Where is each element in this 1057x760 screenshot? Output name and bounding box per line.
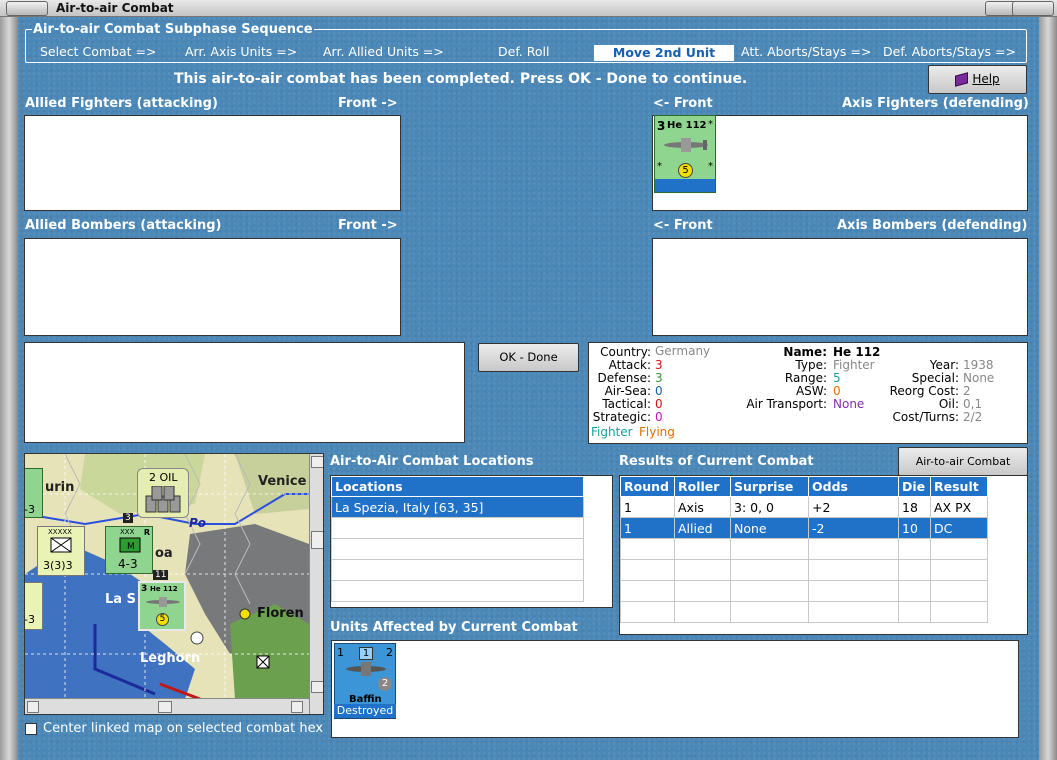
counter-value: 5 (678, 163, 693, 178)
info-strategic: 0 (655, 410, 663, 424)
locations-list[interactable]: Locations La Spezia, Italy [63, 35] (330, 475, 613, 608)
axis-bombers-front: <- Front (653, 218, 713, 233)
locations-table: Locations La Spezia, Italy [63, 35] (331, 476, 584, 602)
result-row[interactable]: 1 Axis 3: 0, 0 +2 18 AX PX (620, 496, 988, 518)
airplane-icon (664, 138, 708, 152)
info-status-fighter: Fighter (591, 425, 633, 439)
scroll-up-arrow[interactable] (311, 456, 323, 468)
step-att-aborts: Att. Aborts/Stays => (741, 44, 872, 59)
sequence-legend: Air-to-air Combat Subphase Sequence (32, 22, 314, 37)
results-table: Round Roller Surprise Odds Die Result 1A… (620, 476, 988, 623)
status-message: This air-to-air combat has been complete… (174, 71, 748, 87)
ok-done-button[interactable]: OK - Done (478, 343, 579, 372)
step-move-2nd-unit: Move 2nd Unit (594, 45, 734, 61)
results-title: Results of Current Combat (619, 454, 814, 469)
allied-bombers-front: Front -> (338, 218, 398, 233)
results-table-panel: Round Roller Surprise Odds Die Result 1A… (619, 475, 1028, 635)
window-title: Air-to-air Combat (56, 1, 174, 15)
help-button[interactable]: Help (928, 65, 1027, 94)
map-counter-left2[interactable]: -3 (25, 582, 43, 630)
allied-fighters-panel[interactable] (24, 115, 401, 211)
axis-fighter-counter[interactable]: 3 He 112 * * * 5 (654, 115, 716, 193)
map-label-venice: Venice (258, 474, 307, 489)
title-bar: Air-to-air Combat (0, 0, 1057, 17)
locations-title: Air-to-Air Combat Locations (330, 454, 534, 469)
map-horizontal-scrollbar[interactable] (25, 698, 309, 714)
map-label-florence: Floren (257, 606, 304, 621)
center-map-label: Center linked map on selected combat hex (43, 721, 324, 736)
linked-map[interactable]: urin Venice Po oa La S Floren Leghorn 2 … (24, 453, 324, 715)
window-menu-button[interactable] (6, 1, 48, 16)
unit-info-panel: Country: Germany Attack: 3 Defense: 3 Ai… (588, 342, 1028, 444)
scroll-left-arrow[interactable] (27, 701, 39, 713)
allied-fighters-header: Allied Fighters (attacking) (25, 96, 218, 111)
counter-top-value: 3 (657, 119, 666, 133)
right-frame (1039, 17, 1057, 760)
allied-bombers-header: Allied Bombers (attacking) (25, 218, 222, 233)
combat-chart-button[interactable]: Air-to-air Combat Chart (898, 447, 1028, 495)
step-def-aborts: Def. Aborts/Stays => (883, 44, 1016, 59)
oil-barrels-icon (145, 486, 181, 513)
locations-header: Locations (331, 476, 584, 497)
message-panel (24, 342, 465, 443)
location-row[interactable]: La Spezia, Italy [63, 35] (331, 496, 584, 518)
airplane-icon (146, 597, 180, 607)
allied-bombers-panel[interactable] (24, 238, 401, 336)
result-row[interactable]: 1 Allied None -2 10 DC (620, 517, 988, 539)
step-def-roll: Def. Roll (498, 44, 550, 59)
axis-bombers-header: Axis Bombers (defending) (837, 218, 1028, 233)
horizontal-scroll-thumb[interactable] (158, 701, 172, 713)
close-button[interactable] (1012, 1, 1054, 16)
army-counter[interactable]: XXXXX 3(3)3 (37, 526, 85, 576)
scroll-down-arrow[interactable] (311, 681, 323, 693)
affected-title: Units Affected by Current Combat (330, 620, 578, 635)
scroll-right-arrow[interactable] (291, 701, 303, 713)
counter-select-bar (655, 179, 715, 192)
map-he112-counter[interactable]: 3 He 112 5 (138, 581, 186, 631)
map-vertical-scrollbar[interactable] (309, 454, 323, 714)
mountain-unit-icon: M (119, 537, 141, 553)
left-frame (0, 17, 18, 760)
map-label-po: Po (189, 516, 207, 530)
biplane-icon (346, 662, 386, 676)
affected-units-panel (331, 640, 1019, 738)
corps-counter[interactable]: XXX R M 4-3 (105, 526, 153, 574)
vertical-scroll-thumb[interactable] (311, 531, 323, 549)
map-label-genoa: oa (155, 546, 173, 561)
oil-resource[interactable]: 2 OIL (137, 468, 189, 518)
step-arr-allied: Arr. Allied Units => (323, 44, 444, 59)
infantry-icon (50, 537, 72, 553)
map-label-leghorn: Leghorn (140, 651, 201, 666)
axis-fighters-front: <- Front (653, 96, 713, 111)
step-select-combat: Select Combat => (40, 44, 157, 59)
step-arr-axis: Arr. Axis Units => (185, 44, 298, 59)
info-costturns: 2/2 (963, 410, 983, 424)
info-status-flying: Flying (639, 425, 675, 439)
info-airtransport: None (833, 397, 865, 411)
axis-fighters-header: Axis Fighters (defending) (842, 96, 1029, 111)
destroyed-status: Destroyed (334, 704, 396, 718)
allied-fighters-front: Front -> (338, 96, 398, 111)
center-map-checkbox[interactable] (25, 723, 37, 735)
map-label-turin: urin (45, 480, 75, 495)
help-label: Help (972, 72, 1000, 86)
counter-name: He 112 (667, 120, 707, 131)
info-country: Germany (655, 344, 711, 358)
axis-bombers-panel[interactable] (652, 238, 1028, 336)
map-label-laspezia: La S (105, 592, 136, 607)
svg-text:M: M (127, 542, 135, 552)
map-counter-left1[interactable]: -3 (25, 468, 43, 518)
book-icon (955, 72, 969, 87)
